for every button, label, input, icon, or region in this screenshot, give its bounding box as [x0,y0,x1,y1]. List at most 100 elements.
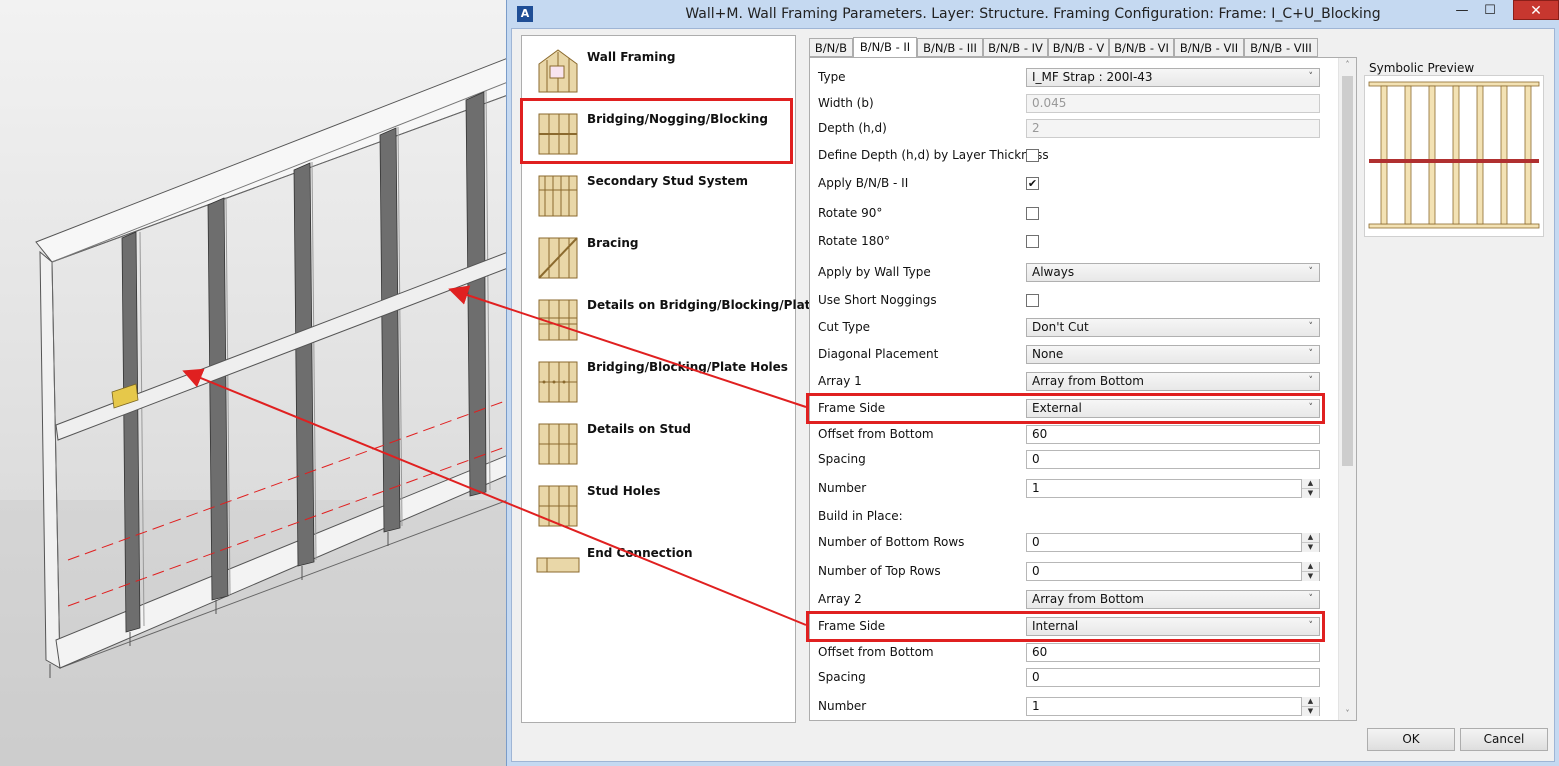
stepper-buttons[interactable]: ▲ ▼ [1301,697,1319,716]
chevron-down-icon: ˅ [1308,322,1314,332]
category-bracing[interactable]: Bracing [522,224,795,286]
window-title: Wall+M. Wall Framing Parameters. Layer: … [685,6,1381,22]
number2-stepper[interactable]: 1 ▲ ▼ [1026,697,1320,716]
scroll-up-icon[interactable]: ˄ [1339,60,1356,69]
ok-button[interactable]: OK [1367,728,1455,751]
details-stud-icon [538,423,578,465]
array2-value: Array from Bottom [1032,592,1144,606]
diagonal-placement-dropdown[interactable]: None ˅ [1026,345,1320,364]
tab-bnb-1[interactable]: B/N/B [809,38,853,57]
spin-down-icon[interactable]: ▼ [1302,707,1319,716]
chevron-down-icon: ˅ [1308,376,1314,386]
spin-down-icon[interactable]: ▼ [1302,572,1319,581]
array2-dropdown[interactable]: Array from Bottom ˅ [1026,590,1320,609]
stepper-buttons[interactable]: ▲ ▼ [1301,479,1319,498]
tab-bnb-6[interactable]: B/N/B - VI [1109,38,1174,57]
selected-category-highlight [520,98,793,164]
details-bridging-icon [538,299,578,341]
chevron-down-icon: ˅ [1308,349,1314,359]
model-viewport[interactable] [0,0,508,766]
wall-framing-dialog: A Wall+M. Wall Framing Parameters. Layer… [506,0,1559,766]
end-connection-icon [536,557,580,573]
type-dropdown[interactable]: I_MF Strap : 200I-43 ˅ [1026,68,1320,87]
spin-up-icon[interactable]: ▲ [1302,697,1319,707]
bracing-icon [538,237,578,279]
maximize-button[interactable]: ☐ [1477,1,1503,21]
cut-type-dropdown[interactable]: Don't Cut ˅ [1026,318,1320,337]
width-label: Width (b) [818,96,874,110]
array1-value: Array from Bottom [1032,374,1144,388]
rotate90-checkbox[interactable] [1026,207,1039,220]
title-bar[interactable]: A Wall+M. Wall Framing Parameters. Layer… [507,0,1559,30]
offset2-label: Offset from Bottom [818,645,934,659]
tab-bnb-2[interactable]: B/N/B - II [853,37,917,58]
use-short-noggings-checkbox[interactable] [1026,294,1039,307]
number1-label: Number [818,481,867,495]
spin-up-icon[interactable]: ▲ [1302,479,1319,489]
number2-value: 1 [1032,699,1040,713]
top-rows-stepper[interactable]: 0 ▲ ▼ [1026,562,1320,581]
apply-bnb-checkbox[interactable]: ✔ [1026,177,1039,190]
chevron-down-icon: ˅ [1308,267,1314,277]
spin-up-icon[interactable]: ▲ [1302,533,1319,543]
cancel-button[interactable]: Cancel [1460,728,1548,751]
rotate180-label: Rotate 180° [818,234,891,248]
category-end-connection[interactable]: End Connection [522,534,795,596]
category-details-bridging[interactable]: Details on Bridging/Blocking/Plate [522,286,819,348]
wall-framing-icon [538,49,578,93]
minimize-button[interactable]: — [1449,1,1475,21]
category-details-stud[interactable]: Details on Stud [522,410,795,472]
spacing1-field[interactable]: 0 [1026,450,1320,469]
diagonal-placement-value: None [1032,347,1064,361]
category-secondary-stud[interactable]: Secondary Stud System [522,162,795,224]
chevron-down-icon: ˅ [1308,72,1314,82]
symbolic-preview [1364,75,1544,237]
category-label: Bridging/Blocking/Plate Holes [587,360,788,374]
scroll-down-icon[interactable]: ˅ [1339,709,1356,718]
tab-bnb-8[interactable]: B/N/B - VIII [1244,38,1318,57]
rotate180-checkbox[interactable] [1026,235,1039,248]
diagonal-placement-label: Diagonal Placement [818,347,939,361]
type-label: Type [818,70,846,84]
use-short-noggings-label: Use Short Noggings [818,293,937,307]
category-label: Details on Bridging/Blocking/Plate [587,298,819,312]
stepper-buttons[interactable]: ▲ ▼ [1301,562,1319,581]
preview-drawing [1368,80,1540,232]
panel-scrollbar[interactable]: ˄ ˅ [1338,58,1356,720]
tab-bnb-7[interactable]: B/N/B - VII [1174,38,1244,57]
category-label: End Connection [587,546,693,560]
tab-bnb-5[interactable]: B/N/B - V [1048,38,1109,57]
preview-title: Symbolic Preview [1369,61,1475,75]
offset2-field[interactable]: 60 [1026,643,1320,662]
frame-side1-highlight [806,393,1325,424]
tab-bnb-3[interactable]: B/N/B - III [917,38,983,57]
wall-frame-3d-view [0,57,508,766]
array1-dropdown[interactable]: Array from Bottom ˅ [1026,372,1320,391]
plate-holes-icon [538,361,578,403]
bottom-rows-value: 0 [1032,535,1040,549]
stepper-buttons[interactable]: ▲ ▼ [1301,533,1319,552]
category-wall-framing[interactable]: Wall Framing [522,38,795,100]
spin-down-icon[interactable]: ▼ [1302,543,1319,552]
depth-field: 2 [1026,119,1320,138]
apply-bnb-label: Apply B/N/B - II [818,176,909,190]
bottom-rows-stepper[interactable]: 0 ▲ ▼ [1026,533,1320,552]
close-button[interactable]: ✕ [1513,0,1559,20]
spin-up-icon[interactable]: ▲ [1302,562,1319,572]
stud-holes-icon [538,485,578,527]
spacing2-label: Spacing [818,670,866,684]
secondary-stud-icon [538,175,578,217]
apply-by-wall-type-value: Always [1032,265,1075,279]
scrollbar-thumb[interactable] [1342,76,1353,466]
spin-down-icon[interactable]: ▼ [1302,489,1319,498]
offset1-field[interactable]: 60 [1026,425,1320,444]
category-stud-holes[interactable]: Stud Holes [522,472,795,534]
rotate90-label: Rotate 90° [818,206,883,220]
tab-bnb-4[interactable]: B/N/B - IV [983,38,1048,57]
category-plate-holes[interactable]: Bridging/Blocking/Plate Holes [522,348,795,410]
spacing2-field[interactable]: 0 [1026,668,1320,687]
apply-by-wall-type-dropdown[interactable]: Always ˅ [1026,263,1320,282]
category-label: Stud Holes [587,484,661,498]
define-depth-checkbox[interactable] [1026,149,1039,162]
number1-stepper[interactable]: 1 ▲ ▼ [1026,479,1320,498]
